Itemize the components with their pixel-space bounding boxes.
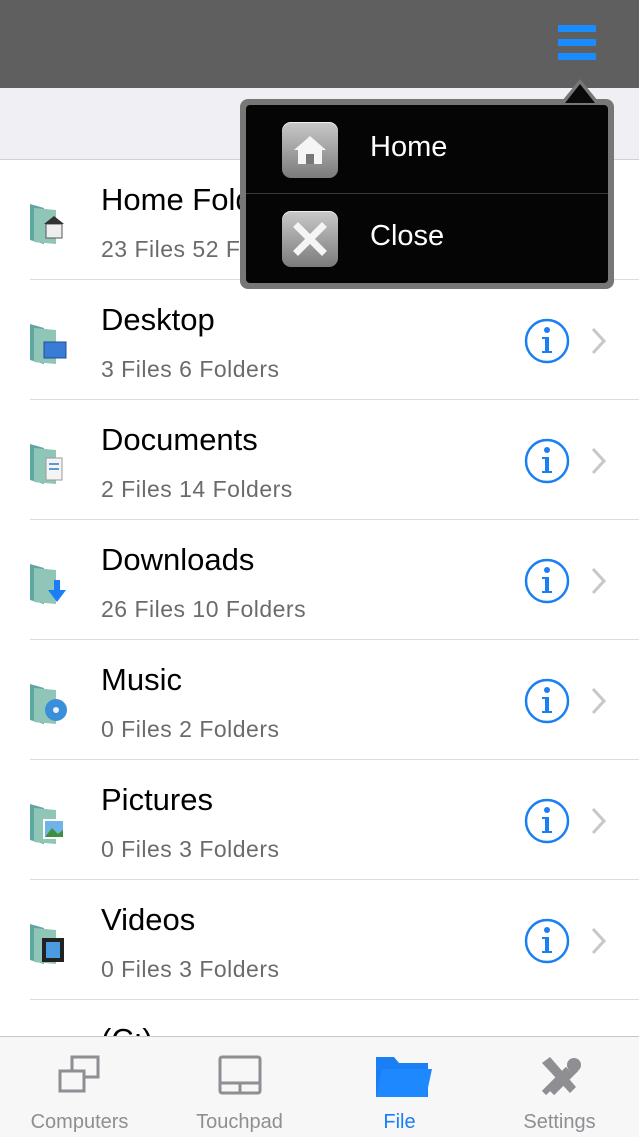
tab-label: File bbox=[383, 1111, 416, 1133]
tab-settings[interactable]: Settings bbox=[480, 1037, 639, 1137]
tab-label: Computers bbox=[30, 1111, 129, 1133]
chevron-right-icon bbox=[591, 447, 607, 475]
home-folder-icon bbox=[30, 204, 64, 244]
menu-popover: Home Close bbox=[240, 79, 614, 289]
navigation-bar bbox=[0, 0, 639, 88]
popover-item-close[interactable]: Close bbox=[246, 194, 608, 282]
file-name: (C:) bbox=[101, 1022, 153, 1036]
file-name: Music bbox=[101, 662, 182, 697]
list-item-drive-c[interactable]: (C:) bbox=[0, 1000, 639, 1036]
file-detail: 0 Files 3 Folders bbox=[101, 836, 280, 862]
music-folder-icon bbox=[30, 684, 67, 724]
popover-item-home[interactable]: Home bbox=[246, 105, 608, 193]
file-detail: 0 Files 2 Folders bbox=[101, 716, 280, 742]
documents-folder-icon bbox=[30, 444, 63, 484]
popover-arrow-fill bbox=[565, 84, 595, 103]
close-icon bbox=[282, 211, 338, 267]
chevron-right-icon bbox=[591, 807, 607, 835]
file-name: Videos bbox=[101, 902, 196, 937]
file-detail: 26 Files 10 Folders bbox=[101, 596, 307, 622]
popover-label: Home bbox=[370, 131, 448, 163]
tab-label: Settings bbox=[523, 1111, 596, 1133]
menu-icon[interactable] bbox=[556, 24, 598, 62]
file-detail: 2 Files 14 Folders bbox=[101, 476, 293, 502]
list-item-videos[interactable]: Videos 0 Files 3 Folders bbox=[0, 880, 639, 1000]
list-item-music[interactable]: Music 0 Files 2 Folders bbox=[0, 640, 639, 760]
desktop-folder-icon bbox=[30, 324, 67, 364]
file-name: Desktop bbox=[101, 302, 215, 337]
info-icon[interactable] bbox=[524, 558, 570, 604]
chevron-right-icon bbox=[591, 927, 607, 955]
info-icon[interactable] bbox=[524, 678, 570, 724]
info-icon[interactable] bbox=[524, 438, 570, 484]
list-item-downloads[interactable]: Downloads 26 Files 10 Folders bbox=[0, 520, 639, 640]
file-name: Pictures bbox=[101, 782, 213, 817]
info-icon[interactable] bbox=[524, 798, 570, 844]
tab-label: Touchpad bbox=[196, 1111, 283, 1133]
videos-folder-icon bbox=[30, 924, 64, 964]
pictures-folder-icon bbox=[30, 804, 65, 844]
chevron-right-icon bbox=[591, 327, 607, 355]
chevron-right-icon bbox=[591, 567, 607, 595]
chevron-right-icon bbox=[591, 687, 607, 715]
popover-label: Close bbox=[370, 220, 445, 252]
tab-touchpad[interactable]: Touchpad bbox=[160, 1037, 319, 1137]
folder-icon bbox=[376, 1057, 432, 1097]
list-item-documents[interactable]: Documents 2 Files 14 Folders bbox=[0, 400, 639, 520]
computers-icon bbox=[58, 1055, 100, 1093]
settings-icon bbox=[541, 1057, 581, 1096]
tab-file[interactable]: File bbox=[320, 1037, 479, 1137]
info-icon[interactable] bbox=[524, 318, 570, 364]
tab-computers[interactable]: Computers bbox=[0, 1037, 159, 1137]
list-item-desktop[interactable]: Desktop 3 Files 6 Folders bbox=[0, 280, 639, 400]
file-name: Downloads bbox=[101, 542, 255, 577]
tab-bar: Computers Touchpad File Settings bbox=[0, 1036, 639, 1137]
list-item-pictures[interactable]: Pictures 0 Files 3 Folders bbox=[0, 760, 639, 880]
file-name: Documents bbox=[101, 422, 258, 457]
home-icon bbox=[282, 122, 338, 178]
info-icon[interactable] bbox=[524, 918, 570, 964]
file-detail: 3 Files 6 Folders bbox=[101, 356, 280, 382]
downloads-folder-icon bbox=[30, 564, 66, 604]
popover-content: Home Close bbox=[246, 105, 608, 283]
file-list: Home Folder 23 Files 52 Folders Desktop … bbox=[0, 160, 639, 1036]
file-detail: 0 Files 3 Folders bbox=[101, 956, 280, 982]
touchpad-icon bbox=[218, 1055, 262, 1095]
